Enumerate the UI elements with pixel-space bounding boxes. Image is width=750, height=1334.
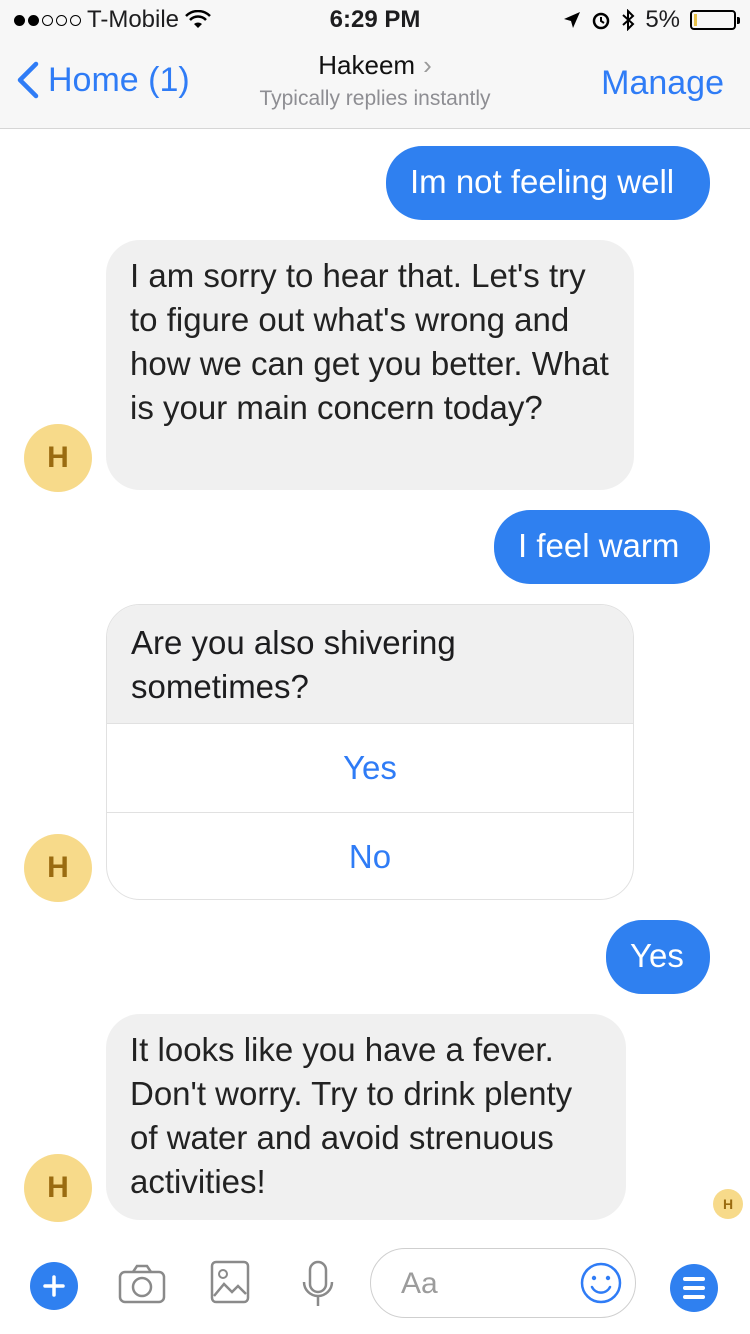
bluetooth-icon — [622, 9, 635, 31]
camera-icon[interactable] — [118, 1264, 166, 1304]
manage-button[interactable]: Manage — [601, 64, 724, 103]
menu-button[interactable] — [670, 1264, 718, 1312]
quick-reply-yes-button[interactable]: Yes — [107, 723, 633, 812]
avatar[interactable]: H — [24, 1154, 92, 1222]
seen-indicator-avatar: H — [713, 1189, 743, 1219]
location-arrow-icon — [564, 12, 581, 28]
quick-reply-no-button[interactable]: No — [107, 812, 633, 899]
quick-reply-card: Are you also shivering sometimes? Yes No — [106, 604, 634, 900]
chevron-right-icon: › — [423, 50, 432, 80]
menu-icon — [683, 1277, 705, 1281]
status-bar: T-Mobile 6:29 PM 5% — [0, 0, 750, 40]
gallery-icon[interactable] — [210, 1260, 250, 1304]
message-bubble-outgoing[interactable]: Im not feeling well — [386, 146, 710, 220]
message-bubble-incoming[interactable]: I am sorry to hear that. Let's try to fi… — [106, 240, 634, 490]
alarm-icon — [593, 12, 610, 30]
quick-reply-question: Are you also shivering sometimes? — [107, 605, 633, 723]
message-bubble-outgoing[interactable]: I feel warm — [494, 510, 710, 584]
nav-bar: Home (1) Hakeem › Typically replies insta… — [0, 40, 750, 129]
avatar[interactable]: H — [24, 424, 92, 492]
avatar[interactable]: H — [24, 834, 92, 902]
plus-icon — [43, 1275, 65, 1297]
battery-icon — [690, 10, 740, 30]
emoji-icon[interactable] — [579, 1261, 623, 1305]
contact-name: Hakeem — [318, 50, 416, 80]
battery-percent: 5% — [645, 6, 680, 33]
message-input-placeholder: Aa — [401, 1267, 438, 1300]
message-input[interactable]: Aa — [370, 1248, 636, 1318]
plus-button[interactable] — [30, 1262, 78, 1310]
message-bubble-outgoing[interactable]: Yes — [606, 920, 710, 994]
composer-bar: Aa — [0, 1240, 750, 1334]
status-right: 5% — [563, 6, 740, 34]
microphone-icon[interactable] — [300, 1260, 336, 1310]
message-bubble-incoming[interactable]: It looks like you have a fever. Don't wo… — [106, 1014, 626, 1220]
